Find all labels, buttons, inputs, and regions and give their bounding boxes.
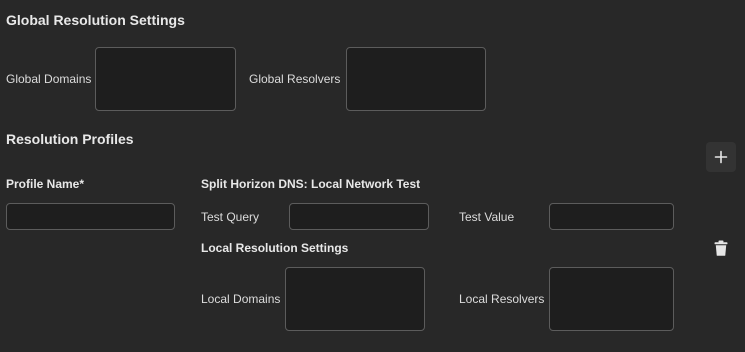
local-domains-label: Local Domains — [201, 292, 281, 306]
resolution-settings-panel: Global Resolution Settings Global Domain… — [0, 0, 745, 352]
local-resolvers-input[interactable] — [549, 267, 674, 331]
test-value-label: Test Value — [459, 210, 515, 224]
local-domains-input[interactable] — [285, 267, 425, 331]
trash-icon — [714, 240, 728, 256]
global-domains-input[interactable] — [95, 47, 236, 111]
resolution-profiles-heading: Resolution Profiles — [6, 131, 134, 147]
global-domains-label: Global Domains — [6, 72, 92, 86]
test-value-input[interactable] — [549, 203, 674, 230]
global-resolvers-label: Global Resolvers — [249, 72, 341, 86]
plus-icon — [714, 150, 728, 164]
test-query-input[interactable] — [289, 203, 429, 230]
delete-profile-button[interactable] — [713, 239, 729, 257]
profile-name-input[interactable] — [6, 203, 175, 230]
local-resolvers-label: Local Resolvers — [459, 292, 545, 306]
split-horizon-dns-heading: Split Horizon DNS: Local Network Test — [201, 177, 421, 191]
global-resolvers-input[interactable] — [346, 47, 486, 111]
test-query-label: Test Query — [201, 210, 260, 224]
global-resolution-settings-heading: Global Resolution Settings — [6, 12, 185, 28]
profile-name-label: Profile Name* — [6, 177, 85, 191]
add-profile-button[interactable] — [706, 142, 736, 172]
local-resolution-settings-heading: Local Resolution Settings — [201, 241, 349, 255]
